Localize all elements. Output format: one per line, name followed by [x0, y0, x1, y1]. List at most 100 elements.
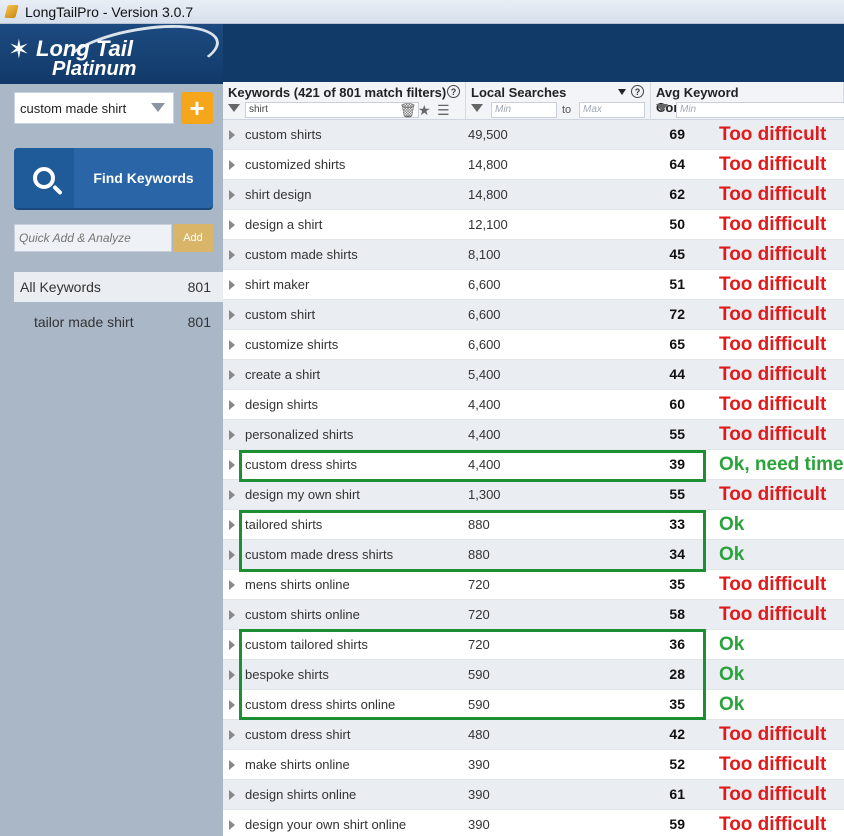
competitiveness-cell: 69 — [669, 126, 685, 142]
filter-icon[interactable] — [656, 104, 668, 112]
table-row[interactable]: mens shirts online 720 35 Too difficult — [223, 570, 844, 600]
sidebar-item-all-keywords[interactable]: All Keywords 801 — [14, 272, 223, 302]
table-row[interactable]: custom dress shirts online 590 35 Ok — [223, 690, 844, 720]
table-row[interactable]: customize shirts 6,600 65 Too difficult — [223, 330, 844, 360]
competitiveness-cell: 55 — [669, 426, 685, 442]
add-seed-button[interactable]: + — [181, 92, 213, 124]
expand-arrow-icon[interactable] — [229, 550, 235, 560]
expand-arrow-icon[interactable] — [229, 820, 235, 830]
competitiveness-cell: 34 — [669, 546, 685, 562]
expand-arrow-icon[interactable] — [229, 250, 235, 260]
local-searches-cell: 14,800 — [468, 157, 508, 172]
trash-icon[interactable]: 🗑 — [399, 103, 417, 117]
table-row[interactable]: personalized shirts 4,400 55 Too difficult — [223, 420, 844, 450]
keyword-cell: create a shirt — [245, 367, 321, 382]
expand-arrow-icon[interactable] — [229, 400, 235, 410]
annotation-note: Too difficult — [719, 364, 827, 385]
help-icon[interactable]: ? — [631, 85, 644, 98]
quick-add-input[interactable] — [14, 224, 172, 252]
search-icon — [33, 167, 55, 189]
competitiveness-cell: 35 — [669, 576, 685, 592]
table-row[interactable]: design your own shirt online 390 59 Too dif… — [223, 810, 844, 836]
expand-arrow-icon[interactable] — [229, 430, 235, 440]
table-row[interactable]: tailored shirts 880 33 Ok — [223, 510, 844, 540]
expand-arrow-icon[interactable] — [229, 190, 235, 200]
annotation-note: Too difficult — [719, 334, 827, 355]
expand-arrow-icon[interactable] — [229, 280, 235, 290]
keyword-cell: custom dress shirts online — [245, 697, 396, 712]
local-searches-cell: 6,600 — [468, 337, 501, 352]
table-row[interactable]: create a shirt 5,400 44 Too difficult — [223, 360, 844, 390]
keyword-cell: customized shirts — [245, 157, 346, 172]
expand-arrow-icon[interactable] — [229, 130, 235, 140]
table-row[interactable]: shirt maker 6,600 51 Too difficult — [223, 270, 844, 300]
annotation-note: Too difficult — [719, 154, 827, 175]
column-header-competitiveness[interactable]: Avg Keyword Competitiveness Min — [651, 82, 844, 120]
expand-arrow-icon[interactable] — [229, 670, 235, 680]
table-row[interactable]: custom shirt 6,600 72 Too difficult — [223, 300, 844, 330]
table-row[interactable]: design shirts online 390 61 Too difficult — [223, 780, 844, 810]
chevron-down-icon[interactable] — [151, 103, 165, 112]
keyword-cell: tailored shirts — [245, 517, 323, 532]
gecko-icon: ✶ — [8, 34, 30, 64]
competitiveness-min-input[interactable]: Min — [676, 102, 844, 118]
annotation-note: Too difficult — [719, 304, 827, 325]
competitiveness-cell: 45 — [669, 246, 685, 262]
table-row[interactable]: shirt design 14,800 62 Too difficult — [223, 180, 844, 210]
keyword-cell: custom shirts online — [245, 607, 360, 622]
help-icon[interactable]: ? — [447, 85, 460, 98]
expand-arrow-icon[interactable] — [229, 520, 235, 530]
find-keywords-button[interactable]: Find Keywords — [14, 148, 213, 208]
filter-icon[interactable] — [471, 104, 483, 112]
expand-arrow-icon[interactable] — [229, 220, 235, 230]
keyword-cell: custom made dress shirts — [245, 547, 394, 562]
local-searches-cell: 390 — [468, 757, 490, 772]
column-header-local-searches[interactable]: Local Searches ? Min to Max — [466, 82, 651, 120]
expand-arrow-icon[interactable] — [229, 730, 235, 740]
sort-desc-icon[interactable] — [618, 89, 626, 95]
expand-arrow-icon[interactable] — [229, 760, 235, 770]
expand-arrow-icon[interactable] — [229, 160, 235, 170]
quick-add-button[interactable]: Add — [173, 224, 213, 252]
expand-arrow-icon[interactable] — [229, 580, 235, 590]
expand-arrow-icon[interactable] — [229, 460, 235, 470]
table-row[interactable]: custom made dress shirts 880 34 Ok — [223, 540, 844, 570]
seed-keyword-select[interactable]: custom made shirt — [14, 92, 174, 124]
expand-arrow-icon[interactable] — [229, 310, 235, 320]
column-header-keywords[interactable]: Keywords (421 of 801 match filters) ? sh… — [223, 82, 466, 120]
competitiveness-cell: 50 — [669, 216, 685, 232]
local-max-input[interactable]: Max — [579, 102, 645, 118]
expand-arrow-icon[interactable] — [229, 790, 235, 800]
table-row[interactable]: custom dress shirt 480 42 Too difficult — [223, 720, 844, 750]
competitiveness-cell: 62 — [669, 186, 685, 202]
table-row[interactable]: custom tailored shirts 720 36 Ok — [223, 630, 844, 660]
table-row[interactable]: custom dress shirts 4,400 39 Ok, need time — [223, 450, 844, 480]
local-min-input[interactable]: Min — [491, 102, 557, 118]
table-row[interactable]: customized shirts 14,800 64 Too difficult — [223, 150, 844, 180]
local-searches-cell: 4,400 — [468, 397, 501, 412]
table-row[interactable]: make shirts online 390 52 Too difficult — [223, 750, 844, 780]
table-row[interactable]: custom shirts 49,500 69 Too difficult — [223, 120, 844, 150]
list-icon[interactable]: ☰ — [437, 103, 450, 117]
expand-arrow-icon[interactable] — [229, 640, 235, 650]
filter-icon[interactable] — [228, 104, 240, 112]
table-row[interactable]: custom shirts online 720 58 Too difficult — [223, 600, 844, 630]
star-icon[interactable]: ★ — [418, 103, 431, 117]
expand-arrow-icon[interactable] — [229, 340, 235, 350]
table-row[interactable]: custom made shirts 8,100 45 Too difficult — [223, 240, 844, 270]
expand-arrow-icon[interactable] — [229, 490, 235, 500]
local-searches-cell: 14,800 — [468, 187, 508, 202]
table-row[interactable]: bespoke shirts 590 28 Ok — [223, 660, 844, 690]
local-searches-cell: 4,400 — [468, 457, 501, 472]
table-row[interactable]: design shirts 4,400 60 Too difficult — [223, 390, 844, 420]
sidebar-item-tailor-made-shirt[interactable]: tailor made shirt 801 — [14, 307, 223, 337]
find-keywords-label: Find Keywords — [93, 170, 194, 186]
expand-arrow-icon[interactable] — [229, 370, 235, 380]
keyword-cell: design my own shirt — [245, 487, 360, 502]
expand-arrow-icon[interactable] — [229, 610, 235, 620]
expand-arrow-icon[interactable] — [229, 700, 235, 710]
local-searches-cell: 720 — [468, 607, 490, 622]
table-row[interactable]: design a shirt 12,100 50 Too difficult — [223, 210, 844, 240]
keyword-filter-input[interactable]: shirt — [245, 102, 419, 118]
table-row[interactable]: design my own shirt 1,300 55 Too difficult — [223, 480, 844, 510]
